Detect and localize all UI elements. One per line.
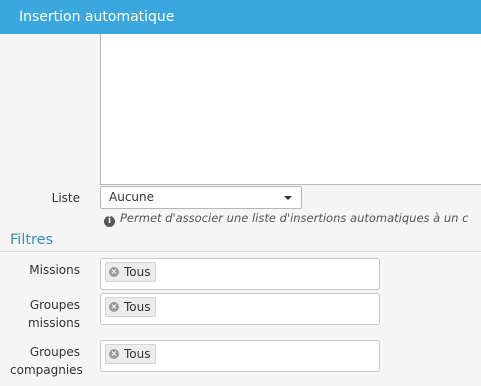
groupes-missions-tag-input[interactable]: × Tous [100, 293, 380, 325]
remove-tag-icon[interactable]: × [109, 349, 119, 359]
remove-tag-icon[interactable]: × [109, 267, 119, 277]
remove-tag-icon[interactable]: × [109, 302, 119, 312]
groupes-compagnies-tag: × Tous [105, 344, 156, 364]
groupes-missions-label-line1: Groupes [29, 298, 80, 312]
liste-help-text: i Permet d'associer une liste d'insertion… [104, 209, 481, 227]
groupes-missions-tag: × Tous [105, 297, 156, 317]
groupes-missions-label: Groupes missions [10, 296, 80, 332]
content-textarea[interactable] [100, 34, 481, 185]
groupes-compagnies-tag-input[interactable]: × Tous [100, 340, 380, 372]
section-divider [0, 251, 481, 252]
groupes-compagnies-label: Groupes compagnies [10, 343, 83, 379]
missions-tag-label: Tous [124, 265, 151, 279]
caret-down-icon [284, 196, 292, 200]
dialog-title: Insertion automatique [19, 9, 175, 25]
liste-select[interactable]: Aucune [100, 186, 302, 209]
groupes-missions-tag-label: Tous [124, 300, 151, 314]
missions-tag: × Tous [105, 262, 156, 282]
groupes-compagnies-tag-label: Tous [124, 347, 151, 361]
groupes-compagnies-label-line1: Groupes [29, 345, 80, 359]
liste-selected-value: Aucune [109, 190, 155, 204]
dialog-header: Insertion automatique [0, 0, 481, 34]
info-circle-icon: i [104, 216, 115, 227]
groupes-missions-label-line2: missions [27, 316, 80, 330]
groupes-compagnies-label-line2: compagnies [10, 363, 83, 377]
liste-label: Liste [51, 191, 80, 205]
liste-help-message: Permet d'associer une liste d'insertions… [120, 211, 469, 225]
filtres-section-title: Filtres [10, 232, 54, 248]
missions-label: Missions [29, 263, 80, 277]
missions-tag-input[interactable]: × Tous [100, 258, 380, 290]
